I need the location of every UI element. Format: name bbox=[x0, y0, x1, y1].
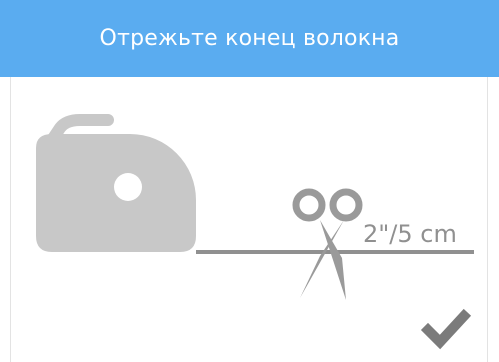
confirm-button[interactable] bbox=[422, 308, 470, 348]
cut-filament-screen: Отрежьте конец волокна 2"/5 cm bbox=[0, 0, 499, 362]
screen-title: Отрежьте конец волокна bbox=[99, 26, 400, 51]
filament-length-label: 2"/5 cm bbox=[363, 220, 457, 248]
title-bar: Отрежьте конец волокна bbox=[0, 0, 499, 77]
